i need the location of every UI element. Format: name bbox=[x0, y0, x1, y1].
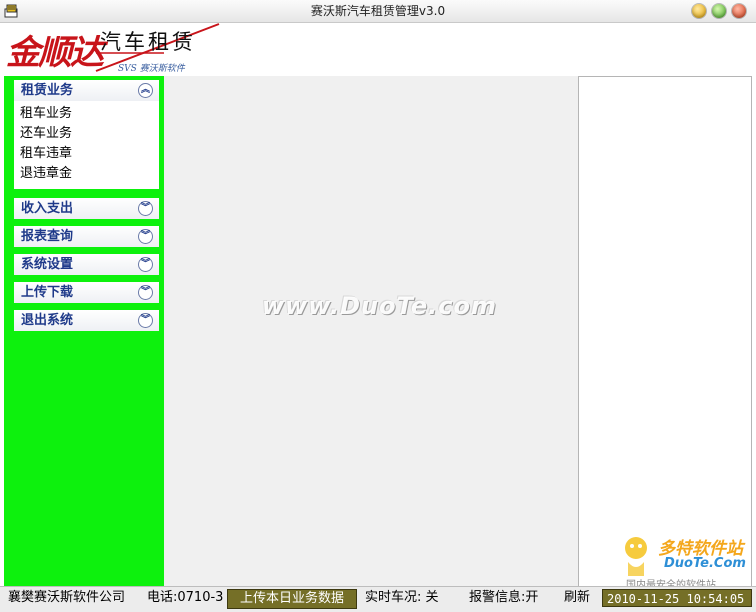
main-content-area bbox=[164, 76, 578, 586]
close-button[interactable] bbox=[732, 4, 746, 18]
overlay-brand-site: DuoTe.Com bbox=[664, 556, 746, 571]
expand-icon[interactable]: ︾ bbox=[138, 313, 153, 328]
panel-title: 退出系统 bbox=[21, 313, 74, 328]
panel-exit[interactable]: 退出系统 ︾ bbox=[14, 310, 159, 331]
panel-title: 报表查询 bbox=[21, 229, 74, 244]
status-realtime: 实时车况: 关 bbox=[365, 590, 439, 605]
panel-header-settings[interactable]: 系统设置 ︾ bbox=[14, 254, 159, 275]
panel-header-income-expense[interactable]: 收入支出 ︾ bbox=[14, 198, 159, 219]
status-bar: 襄樊赛沃斯软件公司 电话:0710-3 上传本日业务数据 实时车况: 关 报警信… bbox=[0, 586, 756, 612]
maximize-button[interactable] bbox=[712, 4, 726, 18]
status-company: 襄樊赛沃斯软件公司 bbox=[8, 590, 126, 605]
menu-item-rent-car[interactable]: 租车业务 bbox=[20, 104, 159, 124]
refresh-button[interactable]: 刷新 bbox=[564, 587, 590, 612]
expand-icon[interactable]: ︾ bbox=[138, 229, 153, 244]
logo-brand: 金顺达 bbox=[6, 33, 104, 73]
panel-header-upload-download[interactable]: 上传下载 ︾ bbox=[14, 282, 159, 303]
title-bar: 赛沃斯汽车租赁管理v3.0 bbox=[0, 0, 756, 23]
watermark-text: www.DuoTe.com bbox=[262, 292, 497, 320]
panel-title: 收入支出 bbox=[21, 201, 74, 216]
panel-title: 系统设置 bbox=[21, 257, 74, 272]
panel-income-expense[interactable]: 收入支出 ︾ bbox=[14, 198, 159, 219]
panel-header-rental[interactable]: 租赁业务 ︽ bbox=[14, 80, 159, 101]
panel-settings[interactable]: 系统设置 ︾ bbox=[14, 254, 159, 275]
upload-today-button[interactable]: 上传本日业务数据 bbox=[227, 589, 357, 609]
logo-subtitle: 汽车租赁 bbox=[100, 30, 196, 54]
panel-title: 租赁业务 bbox=[21, 83, 74, 98]
panel-title: 上传下载 bbox=[21, 285, 74, 300]
logo-tagline: SVS 赛沃斯软件 bbox=[118, 64, 185, 74]
expand-icon[interactable]: ︾ bbox=[138, 257, 153, 272]
expand-icon[interactable]: ︾ bbox=[138, 285, 153, 300]
panel-rental: 租赁业务 ︽ 租车业务 还车业务 租车违章 退违章金 bbox=[14, 80, 159, 189]
status-phone: 电话:0710-3 bbox=[147, 590, 224, 605]
panel-reports[interactable]: 报表查询 ︾ bbox=[14, 226, 159, 247]
window-title: 赛沃斯汽车租赁管理v3.0 bbox=[310, 4, 446, 18]
header-banner: 金顺达 汽车租赁 SVS 赛沃斯软件 bbox=[0, 23, 756, 76]
expand-icon[interactable]: ︾ bbox=[138, 201, 153, 216]
status-alarm: 报警信息:开 bbox=[469, 590, 539, 605]
status-datetime: 2010-11-25 10:54:05 bbox=[602, 589, 752, 607]
menu-item-violation-refund[interactable]: 退违章金 bbox=[20, 164, 159, 184]
menu-item-rental-violation[interactable]: 租车违章 bbox=[20, 144, 159, 164]
panel-upload-download[interactable]: 上传下载 ︾ bbox=[14, 282, 159, 303]
right-pane bbox=[578, 76, 752, 587]
menu-item-return-car[interactable]: 还车业务 bbox=[20, 124, 159, 144]
minimize-button[interactable] bbox=[692, 4, 706, 18]
panel-header-exit[interactable]: 退出系统 ︾ bbox=[14, 310, 159, 331]
panel-header-reports[interactable]: 报表查询 ︾ bbox=[14, 226, 159, 247]
sidebar: 租赁业务 ︽ 租车业务 还车业务 租车违章 退违章金 收入支出 ︾ 报表查询 ︾… bbox=[4, 76, 164, 586]
collapse-icon[interactable]: ︽ bbox=[138, 83, 153, 98]
